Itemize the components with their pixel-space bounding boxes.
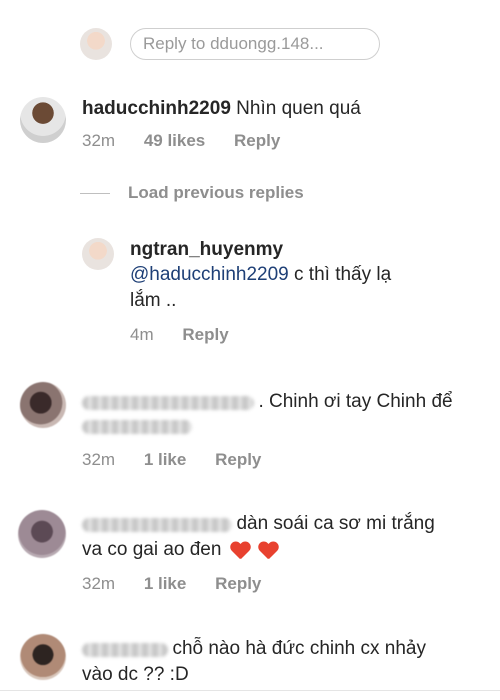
comment-line2: vào dc ?? :D [82, 662, 189, 688]
comment-text: chỗ nào hà đức chinh cx nhảy [172, 638, 427, 659]
heart-icon [258, 542, 278, 560]
comment-text: dàn soái ca sơ mi trắng [236, 513, 435, 534]
comment-text: Nhìn quen quá [236, 98, 361, 119]
heart-icon [230, 542, 250, 560]
reply-input[interactable]: Reply to dduongg.148... [130, 28, 380, 60]
comment-username[interactable]: ngtran_huyenmy [130, 239, 283, 260]
comment-meta: 32m 1 like Reply [82, 574, 261, 594]
reply-button[interactable]: Reply [234, 131, 280, 151]
comment-text: va co gai ao đen [82, 539, 222, 560]
blurred-username [82, 395, 254, 410]
comment-time: 32m [82, 131, 116, 150]
comment-line2 [82, 418, 192, 436]
comment-meta: 32m 49 likes Reply [82, 131, 280, 151]
divider [0, 690, 500, 691]
load-previous-label: Load previous replies [128, 183, 304, 202]
avatar[interactable] [18, 510, 66, 558]
avatar[interactable] [20, 97, 66, 143]
current-user-avatar [80, 28, 112, 60]
comment-likes[interactable]: 1 like [144, 574, 187, 594]
blurred-text [82, 419, 192, 434]
comment-line1: chỗ nào hà đức chinh cx nhảy [82, 636, 426, 662]
comment-line2: va co gai ao đen [82, 537, 278, 563]
comment-text: . Chinh ơi tay Chinh để [258, 391, 453, 412]
comment-text: c thì thấy lạ [294, 264, 392, 285]
avatar[interactable] [82, 238, 114, 270]
comment-time: 32m [82, 574, 116, 593]
reply-button[interactable]: Reply [182, 325, 228, 345]
comment-likes[interactable]: 49 likes [144, 131, 205, 151]
comment-body: haducchinh2209 Nhìn quen quá [82, 96, 361, 122]
comment-meta: 4m Reply [130, 325, 229, 345]
comment-time: 32m [82, 450, 116, 469]
comment-line1: dàn soái ca sơ mi trắng [82, 511, 435, 537]
comment-meta: 32m 1 like Reply [82, 450, 261, 470]
comment-username[interactable]: haducchinh2209 [82, 98, 231, 119]
reply-button[interactable]: Reply [215, 574, 261, 594]
avatar[interactable] [20, 382, 66, 428]
comment-line1: . Chinh ơi tay Chinh để [82, 389, 453, 415]
avatar[interactable] [20, 634, 66, 680]
mention-link[interactable]: @haducchinh2209 [130, 264, 289, 285]
comment-text: vào dc ?? :D [82, 664, 189, 685]
comment-likes[interactable]: 1 like [144, 450, 187, 470]
comment-time: 4m [130, 325, 154, 344]
blurred-username [82, 642, 168, 657]
reply-text-line1: @haducchinh2209 c thì thấy lạ [130, 262, 391, 288]
reply-username-line: ngtran_huyenmy [130, 237, 283, 263]
comment-text: lắm .. [130, 290, 177, 311]
divider [80, 193, 110, 195]
load-previous-replies[interactable]: Load previous replies [80, 183, 304, 203]
reply-button[interactable]: Reply [215, 450, 261, 470]
blurred-username [82, 517, 232, 532]
